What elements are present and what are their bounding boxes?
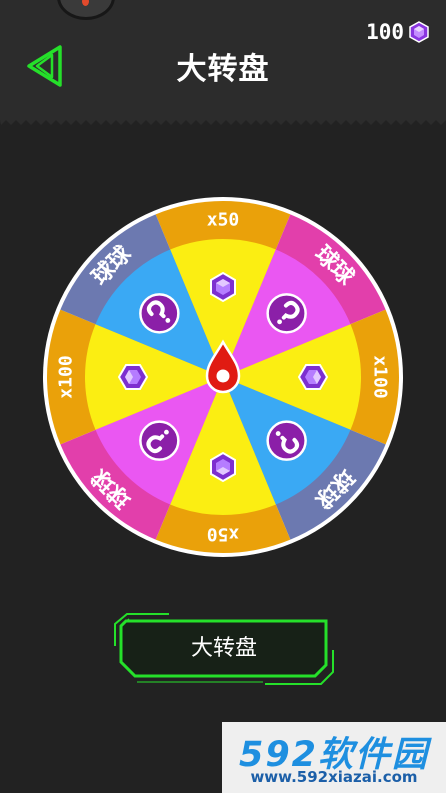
gem-balance: 100	[366, 20, 430, 44]
gem-count: 100	[366, 20, 404, 44]
gem-icon	[409, 21, 429, 43]
wheel-prize-label: x100	[370, 355, 391, 398]
header-zigzag-edge	[0, 117, 446, 125]
wheel-prize-label: x50	[207, 524, 240, 545]
orb-dot	[82, 0, 89, 6]
gem-prize-icon	[297, 364, 329, 390]
gem-prize-icon	[117, 364, 149, 390]
site-watermark: 592软件园 www.592xiazai.com	[222, 722, 446, 793]
gem-prize-icon	[210, 271, 236, 303]
wheel-prize-label: x50	[207, 210, 240, 231]
spin-wheel-button[interactable]	[113, 610, 335, 688]
prize-wheel[interactable]: x50球球x100球球x50球球x100球球	[42, 196, 404, 558]
page-title: 大转盘	[176, 52, 270, 87]
watermark-url: www.592xiazai.com	[250, 768, 418, 786]
wheel-prize-label: x100	[56, 355, 77, 398]
gem-prize-icon	[210, 451, 236, 483]
